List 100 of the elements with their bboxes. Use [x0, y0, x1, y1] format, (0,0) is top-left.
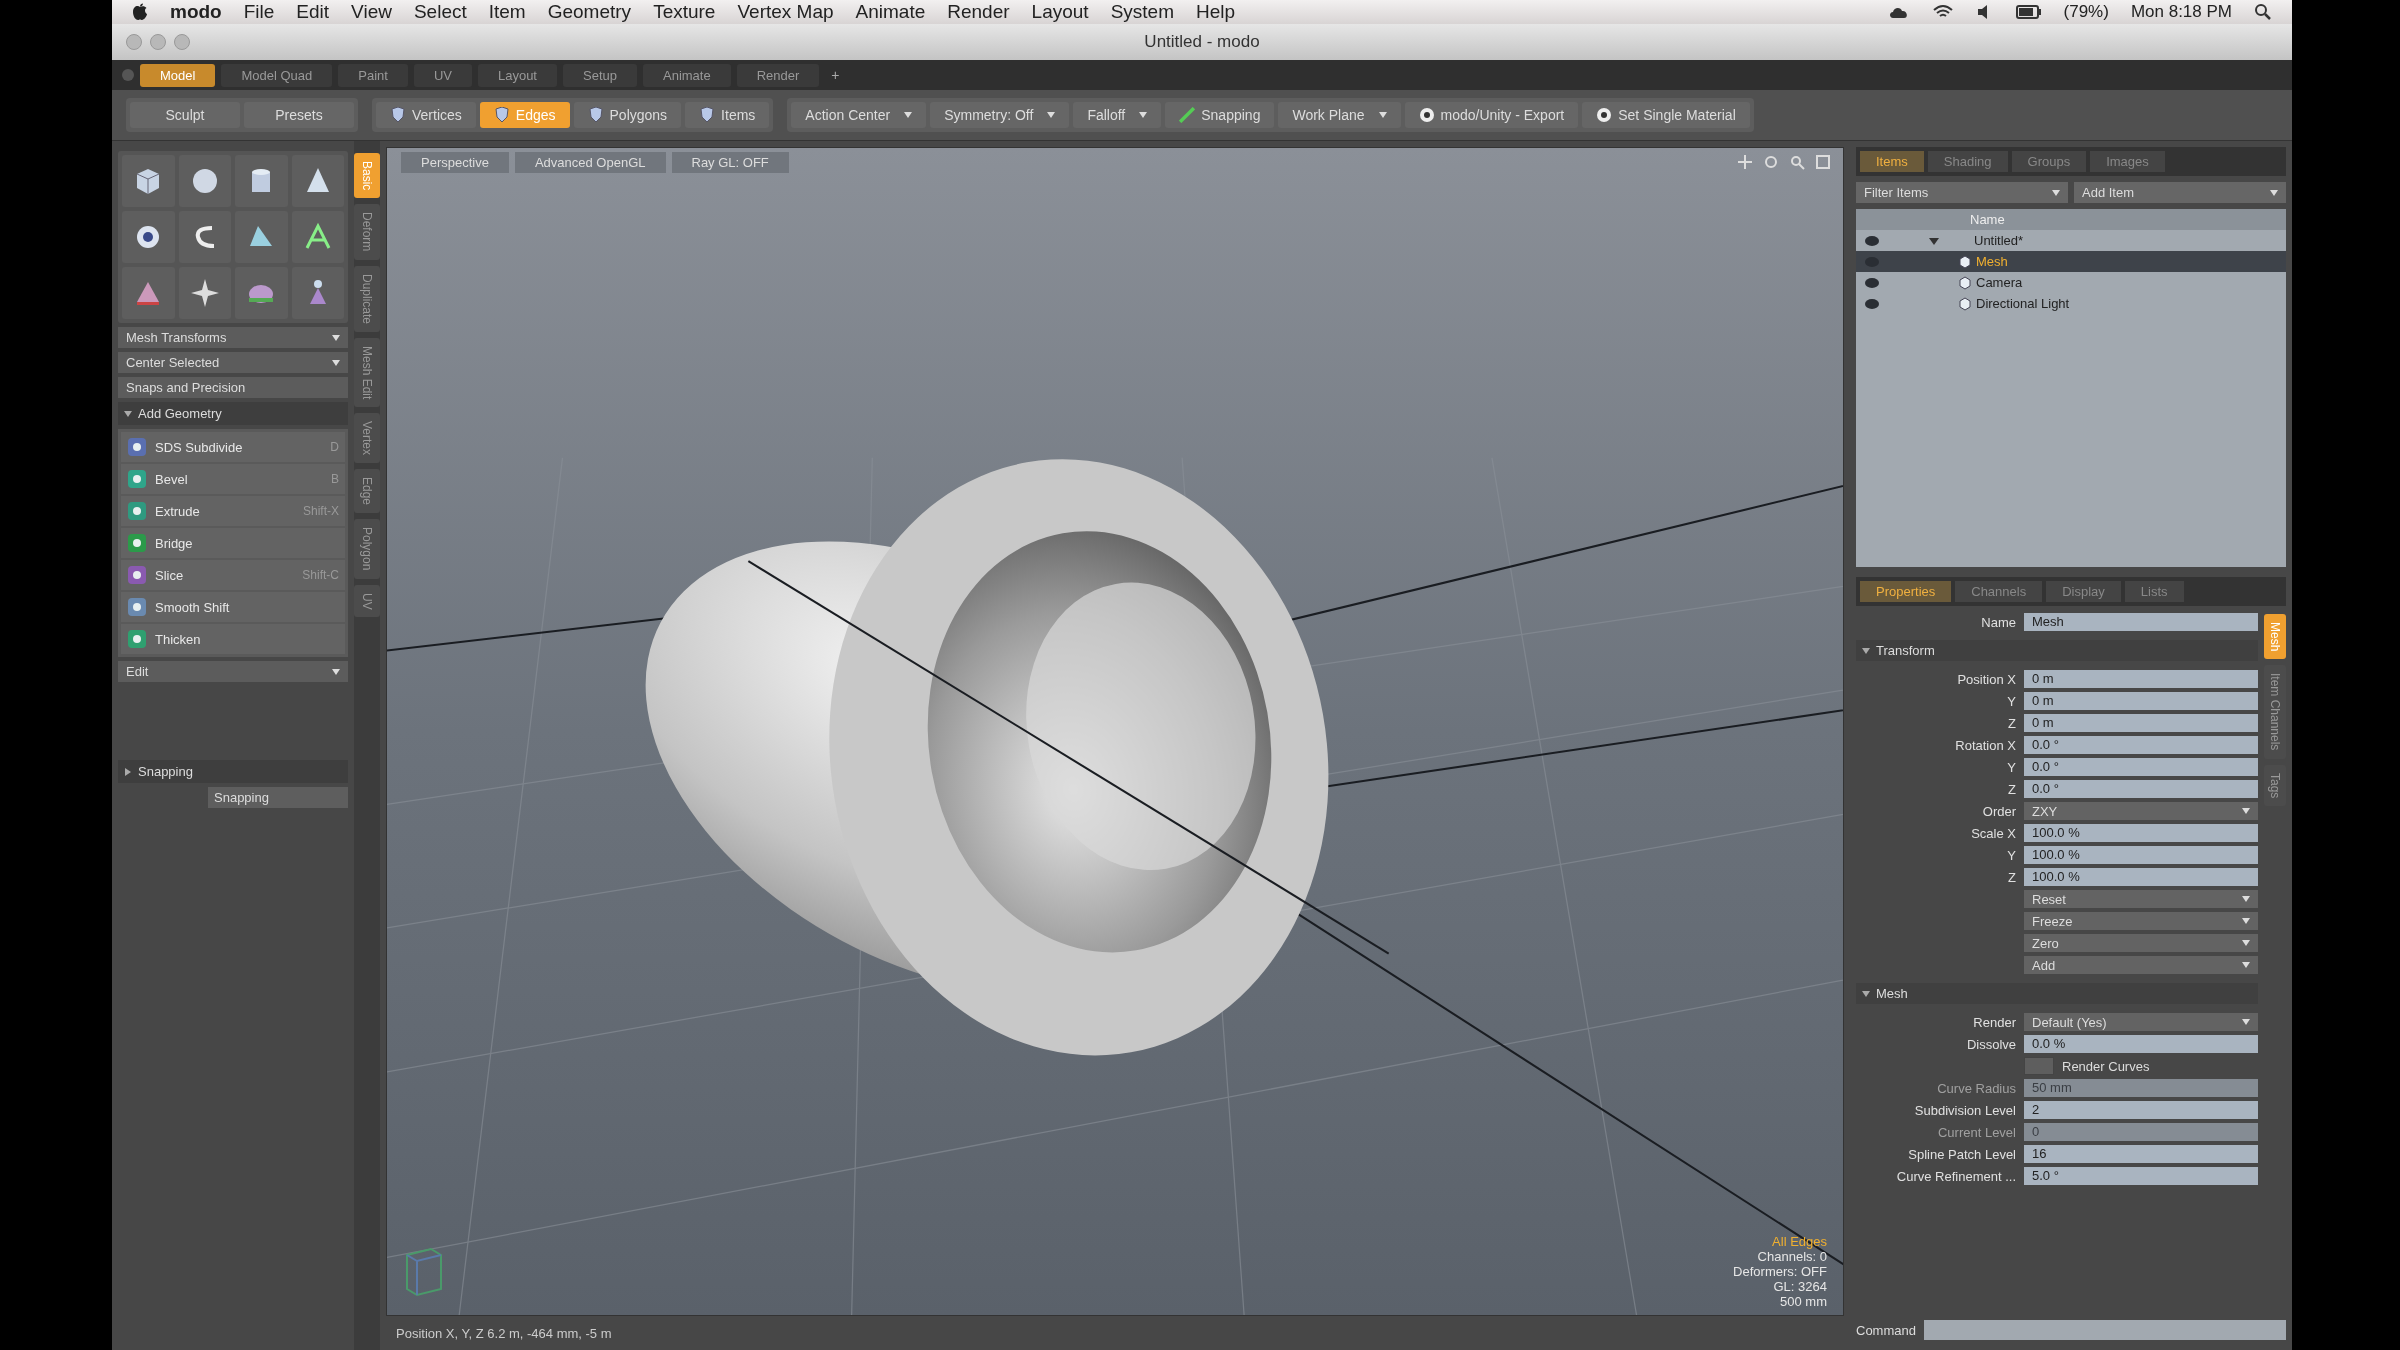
side-tab[interactable]: UV [354, 584, 380, 618]
menu-item[interactable]: Geometry [547, 1, 632, 23]
menu-item[interactable]: Edit [296, 1, 330, 23]
selection-mode-button[interactable]: Items [685, 102, 770, 128]
layout-tab[interactable]: Render [736, 63, 820, 87]
zoom-icon[interactable] [1789, 154, 1805, 170]
tree-item[interactable]: Mesh [1856, 251, 2286, 272]
property-field[interactable]: 0.0 ° [2024, 736, 2258, 754]
section-header[interactable]: Add Geometry [118, 402, 348, 425]
collapse-arrow-icon[interactable] [1862, 647, 1870, 654]
edit-dropdown[interactable]: Edit [118, 661, 348, 682]
eye-icon[interactable] [1864, 234, 1880, 247]
side-tab[interactable]: Mesh Edit [354, 337, 380, 408]
property-field[interactable]: 0.0 ° [2024, 780, 2258, 798]
property-dropdown[interactable]: Default (Yes) [2024, 1013, 2258, 1031]
app-name[interactable]: modo [170, 1, 222, 23]
viewport-tab[interactable]: Ray GL: OFF [671, 152, 789, 173]
column-header[interactable]: Name [1970, 212, 2005, 227]
eye-icon[interactable] [1864, 297, 1880, 310]
property-field[interactable]: 0 m [2024, 692, 2258, 710]
add-item-dropdown[interactable]: Add Item [2074, 182, 2286, 203]
section-header[interactable]: Mesh [1856, 983, 2258, 1004]
property-field[interactable]: 16 [2024, 1145, 2258, 1163]
panel-tab[interactable]: Lists [2124, 581, 2184, 602]
layout-tab[interactable]: Setup [563, 63, 637, 87]
menu-item[interactable]: Help [1196, 1, 1236, 23]
property-dropdown[interactable]: ZXY [2024, 802, 2258, 820]
menu-item[interactable]: Layout [1031, 1, 1089, 23]
property-dropdown[interactable]: Reset [2024, 890, 2258, 908]
property-field[interactable]: 5.0 ° [2024, 1167, 2258, 1185]
property-field[interactable]: 2 [2024, 1101, 2258, 1119]
maximize-icon[interactable] [1815, 154, 1831, 170]
tree-item[interactable]: Camera [1856, 272, 2286, 293]
menu-item[interactable]: View [351, 1, 392, 23]
menu-item[interactable]: System [1110, 1, 1174, 23]
clock[interactable]: Mon 8:18 PM [2130, 2, 2232, 22]
side-tab[interactable]: Deform [354, 204, 380, 260]
apple-icon[interactable] [132, 3, 148, 21]
layout-tab[interactable]: Model Quad [221, 63, 333, 87]
toolbar-dropdown[interactable]: Symmetry: Off [930, 102, 1070, 128]
layout-tab[interactable]: UV [413, 63, 472, 87]
menu-item[interactable]: Select [413, 1, 467, 23]
snapping-toggle-button[interactable]: Snapping [208, 787, 348, 808]
selection-mode-button[interactable]: Polygons [573, 102, 682, 128]
work-plane-dropdown[interactable]: Work Plane [1278, 102, 1401, 128]
snapping-button[interactable]: Snapping [1165, 102, 1275, 128]
side-tab[interactable]: Item Channels [2264, 665, 2286, 759]
layout-tab[interactable]: Animate [643, 63, 731, 87]
property-field[interactable]: 0 m [2024, 670, 2258, 688]
toolbar-dropdown[interactable]: Action Center [791, 102, 927, 128]
menu-item[interactable]: Animate [855, 1, 926, 23]
tool-button[interactable]: Thicken [121, 624, 345, 654]
command-field[interactable] [1923, 1320, 2286, 1340]
search-icon[interactable] [2254, 3, 2272, 21]
collapse-arrow-icon[interactable] [1862, 990, 1870, 997]
property-field[interactable]: 100.0 % [2024, 846, 2258, 864]
property-field[interactable]: 100.0 % [2024, 824, 2258, 842]
property-field[interactable]: Mesh [2024, 613, 2258, 631]
toolbox-dropdown[interactable]: Center Selected [118, 352, 348, 373]
toolbox-dropdown[interactable]: Mesh Transforms [118, 327, 348, 348]
property-dropdown[interactable]: Zero [2024, 934, 2258, 952]
tree-item[interactable]: Untitled* [1856, 230, 2286, 251]
toolbar-action-button[interactable]: modo/Unity - Export [1404, 102, 1579, 128]
viewport-tab[interactable]: Advanced OpenGL [514, 152, 666, 173]
expand-arrow-icon[interactable] [124, 766, 132, 777]
menu-item[interactable]: Render [947, 1, 1010, 23]
side-tab[interactable]: Edge [354, 469, 380, 514]
property-dropdown[interactable]: Freeze [2024, 912, 2258, 930]
eye-icon[interactable] [1864, 276, 1880, 289]
panel-tab[interactable]: Items [1860, 151, 1924, 172]
panel-tab[interactable]: Properties [1860, 581, 1952, 602]
menu-item[interactable]: Texture [653, 1, 716, 23]
viewport-tab[interactable]: Perspective [401, 152, 509, 173]
section-header[interactable]: Transform [1856, 640, 2258, 661]
side-tab[interactable]: Vertex [354, 413, 380, 464]
toolbar-action-button[interactable]: Set Single Material [1582, 102, 1750, 128]
tool-button[interactable]: Bridge [121, 528, 345, 558]
selection-mode-button[interactable]: Vertices [376, 102, 476, 128]
property-field[interactable]: 0.0 ° [2024, 758, 2258, 776]
side-tab[interactable]: Tags [2264, 764, 2286, 807]
toolbar-button[interactable]: Presets [244, 102, 354, 128]
side-tab[interactable]: Duplicate [354, 265, 380, 332]
snaps-precision-button[interactable]: Snaps and Precision [118, 377, 348, 398]
panel-tab[interactable]: Display [2046, 581, 2121, 602]
battery-icon[interactable] [2015, 5, 2042, 19]
wifi-icon[interactable] [1931, 4, 1954, 20]
section-header[interactable]: Snapping [118, 760, 348, 783]
toolbar-dropdown[interactable]: Falloff [1073, 102, 1162, 128]
menu-item[interactable]: File [243, 1, 275, 23]
menu-item[interactable]: Item [488, 1, 526, 23]
layout-tab[interactable]: Model [140, 63, 216, 87]
property-dropdown[interactable]: Add [2024, 956, 2258, 974]
property-field[interactable]: 100.0 % [2024, 868, 2258, 886]
tree-item[interactable]: Directional Light [1856, 293, 2286, 314]
collapse-arrow-icon[interactable] [124, 410, 132, 417]
rotate-icon[interactable] [1763, 154, 1779, 170]
viewport-drawing[interactable] [387, 148, 1843, 1315]
panel-tab[interactable]: Channels [1955, 581, 2043, 602]
checkbox[interactable] [2024, 1057, 2054, 1075]
layout-tab[interactable]: Paint [338, 63, 408, 87]
